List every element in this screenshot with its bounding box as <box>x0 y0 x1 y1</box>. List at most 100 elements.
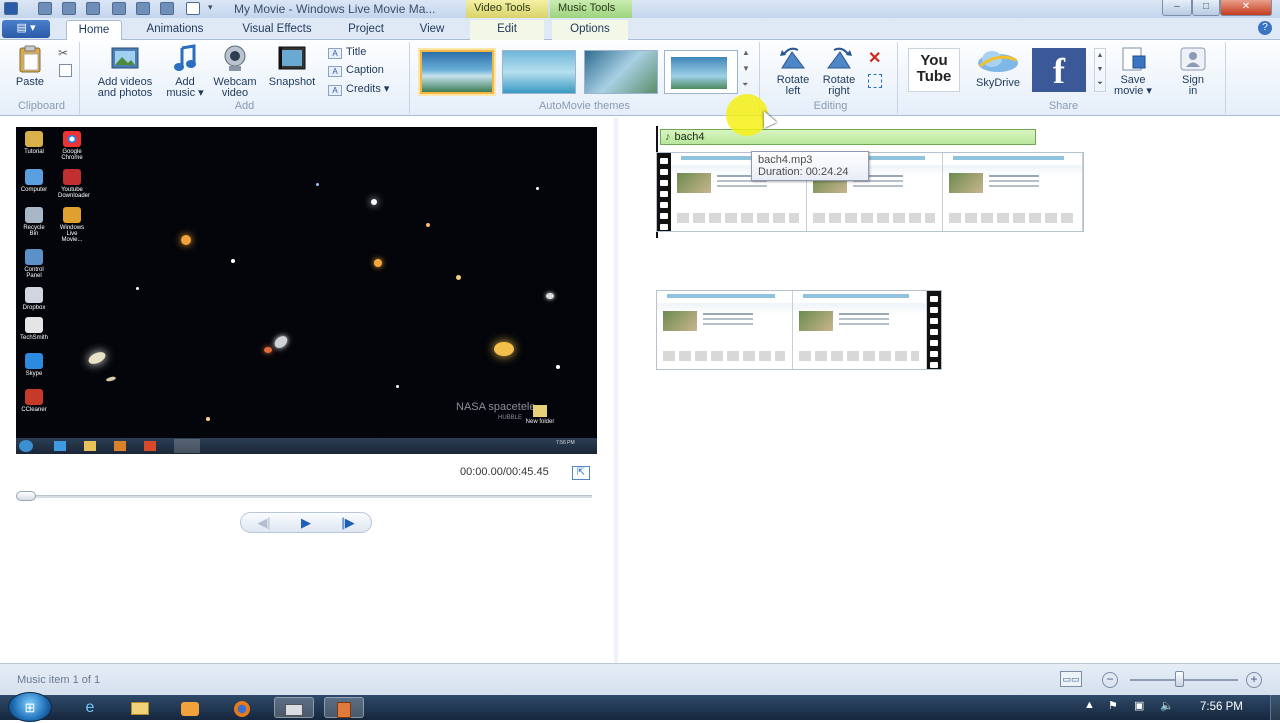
pane-splitter[interactable] <box>614 118 618 663</box>
start-orb-mini <box>19 440 33 452</box>
facebook-button[interactable]: f <box>1032 48 1086 92</box>
video-preview[interactable]: Tutorial Google Chrome Computer Youtube … <box>16 127 597 454</box>
chrome-icon <box>144 441 156 451</box>
star <box>556 365 560 369</box>
document-icon[interactable] <box>186 2 200 15</box>
skydrive-button[interactable]: SkyDrive <box>968 48 1028 92</box>
paste-button[interactable]: Paste <box>10 44 50 88</box>
rotate-left-button[interactable]: Rotate left <box>770 46 816 97</box>
firefox-icon[interactable] <box>222 697 262 718</box>
close-button[interactable]: ✕ <box>1220 0 1272 16</box>
video-clip-1[interactable] <box>656 152 1084 232</box>
show-hidden-icons[interactable]: ▲ <box>1084 699 1095 711</box>
credits-button[interactable]: A Credits ▾ <box>328 82 389 96</box>
cut-icon[interactable]: ✂ <box>58 46 68 60</box>
video-clip-2[interactable] <box>656 290 942 370</box>
qat-dropdown-icon[interactable]: ▾ <box>208 2 218 15</box>
previous-frame-button[interactable]: ◀| <box>247 513 281 532</box>
title-button[interactable]: A Title <box>328 46 366 59</box>
show-desktop-button[interactable] <box>1270 695 1280 720</box>
theme-thumb <box>671 57 727 89</box>
zoom-out-button[interactable]: − <box>1102 672 1118 688</box>
tab-animations[interactable]: Animations <box>134 20 216 40</box>
zoom-thumb[interactable] <box>1174 671 1184 687</box>
rotate-right-button[interactable]: Rotate right <box>816 46 862 97</box>
select-all-icon[interactable] <box>868 74 882 88</box>
caption-icon: A <box>328 66 342 77</box>
title-icon: A <box>328 48 342 59</box>
desktop-taskbar: 7:56 PM <box>16 438 597 454</box>
copy-icon[interactable] <box>59 64 72 77</box>
seek-thumb[interactable] <box>16 491 36 501</box>
help-icon[interactable]: ? <box>1258 21 1272 35</box>
snapshot-button[interactable]: Snapshot <box>262 44 322 88</box>
next-frame-button[interactable]: |▶ <box>331 513 365 532</box>
share-group-label: Share <box>1048 100 1079 112</box>
star <box>426 223 430 227</box>
maximize-button[interactable]: □ <box>1192 0 1220 16</box>
add-videos-button[interactable]: Add videos and photos <box>90 44 160 99</box>
add-group-label: Add <box>234 100 255 112</box>
gallery-more-icon[interactable]: ⏷ <box>742 80 748 90</box>
add-music-button[interactable]: Add music ▾ <box>164 44 206 99</box>
fullscreen-button[interactable]: ⇱ <box>572 466 590 480</box>
tab-edit[interactable]: Edit <box>470 20 544 40</box>
save-as-icon[interactable] <box>160 2 174 15</box>
tab-project[interactable]: Project <box>336 20 396 40</box>
play-button[interactable]: ▶ <box>289 513 323 532</box>
remove-icon[interactable]: ✕ <box>868 48 881 68</box>
action-center-icon[interactable]: ⚑ <box>1108 699 1118 712</box>
theme-fade[interactable] <box>584 50 658 94</box>
status-text: Music item 1 of 1 <box>17 674 101 686</box>
tab-visual-effects[interactable]: Visual Effects <box>228 20 326 40</box>
app-icon[interactable] <box>4 2 18 15</box>
minimize-button[interactable]: – <box>1162 0 1192 16</box>
theme-pan-zoom[interactable] <box>664 50 738 94</box>
gallery-down-icon[interactable]: ▼ <box>742 64 750 73</box>
undo-icon[interactable] <box>62 2 76 15</box>
save-icon[interactable] <box>38 2 52 15</box>
explorer-folder-icon[interactable] <box>120 697 160 718</box>
app-menu-button[interactable]: ▤ ▾ <box>2 20 50 38</box>
caption-button[interactable]: A Caption <box>328 64 384 77</box>
share-group: You Tube SkyDrive f ▲ ▼ ⏷ Save movie ▾ Sig… <box>902 42 1226 114</box>
webcam-video-button[interactable]: Webcam video <box>208 44 262 99</box>
desktop-clock: 7:56 PM <box>556 440 575 446</box>
rotate-right-icon <box>827 47 852 69</box>
tab-home[interactable]: Home <box>66 20 122 40</box>
share-scroll-icon[interactable]: ▲ ▼ ⏷ <box>1094 48 1106 92</box>
gallery-up-icon[interactable]: ▲ <box>742 48 750 57</box>
volume-icon[interactable]: 🔈 <box>1160 699 1174 712</box>
webcam-label-2: video <box>221 87 249 99</box>
start-button[interactable]: ⊞ <box>8 692 52 722</box>
media-player-icon[interactable] <box>170 697 210 718</box>
camtasia-taskbar-icon[interactable] <box>274 697 314 718</box>
save-movie-button[interactable]: Save movie ▾ <box>1110 46 1156 97</box>
music-item[interactable]: ♪ bach4 <box>660 129 1036 145</box>
zoom-in-button[interactable]: + <box>1246 672 1262 688</box>
star <box>206 417 210 421</box>
youtube-button[interactable]: You Tube <box>908 48 960 92</box>
aspect-ratio-button[interactable]: ▭▭ <box>1060 671 1082 687</box>
add-videos-icon <box>111 47 139 69</box>
redo-icon[interactable] <box>86 2 100 15</box>
network-icon[interactable]: ▣ <box>1134 699 1144 712</box>
youtube-logo: You Tube <box>916 52 952 85</box>
webcam-icon <box>224 45 246 71</box>
tab-options[interactable]: Options <box>552 20 628 40</box>
tooltip-duration: Duration: 00:24.24 <box>758 166 849 178</box>
galaxy <box>105 375 117 383</box>
movie-maker-taskbar-icon[interactable] <box>324 697 364 718</box>
theme-contemporary[interactable] <box>502 50 576 94</box>
new-project-icon[interactable] <box>112 2 126 15</box>
taskbar-clock[interactable]: 7:56 PM <box>1200 701 1243 713</box>
seek-bar[interactable] <box>18 495 592 498</box>
open-icon[interactable] <box>136 2 150 15</box>
tab-view[interactable]: View <box>406 20 458 40</box>
theme-default[interactable] <box>420 50 494 94</box>
zoom-slider[interactable] <box>1130 679 1238 681</box>
sign-in-button[interactable]: Sign in <box>1170 46 1216 97</box>
desktop-icon: Recycle Bin <box>20 207 48 237</box>
internet-explorer-icon[interactable]: e <box>70 697 110 718</box>
desktop-icon: Tutorial <box>20 131 48 155</box>
